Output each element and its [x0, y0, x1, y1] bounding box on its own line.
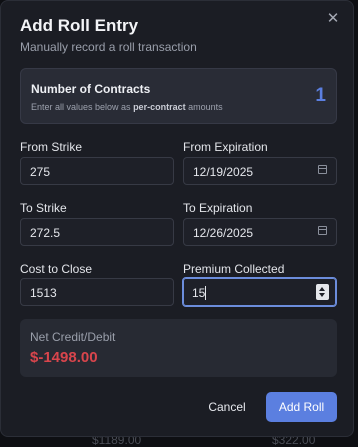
- contracts-panel: Number of Contracts Enter all values bel…: [20, 68, 337, 124]
- cost-to-close-label: Cost to Close: [20, 262, 93, 276]
- from-strike-input[interactable]: 275: [20, 157, 174, 185]
- to-expiration-label: To Expiration: [183, 201, 253, 215]
- premium-collected-value: 15: [192, 286, 206, 300]
- calendar-icon[interactable]: [318, 226, 327, 235]
- premium-collected-label: Premium Collected: [183, 262, 285, 276]
- spinner-up-icon[interactable]: [319, 287, 325, 291]
- contracts-hint-suffix: amounts: [185, 102, 223, 112]
- background-values: $1189.00 $322.00: [0, 437, 358, 447]
- contracts-hint-prefix: Enter all values below as: [31, 102, 134, 112]
- contracts-hint: Enter all values below as per-contract a…: [31, 102, 223, 112]
- to-expiration-input[interactable]: 12/26/2025: [183, 218, 337, 246]
- from-strike-value: 275: [30, 165, 51, 179]
- from-expiration-input[interactable]: 12/19/2025: [183, 157, 337, 185]
- add-roll-modal: Add Roll Entry ✕ Manually record a roll …: [0, 0, 354, 437]
- spinner-down-icon[interactable]: [319, 293, 325, 297]
- modal-subtitle: Manually record a roll transaction: [20, 40, 197, 54]
- from-expiration-value: 12/19/2025: [193, 165, 254, 179]
- contracts-value: 1: [315, 85, 326, 106]
- add-roll-button[interactable]: Add Roll: [266, 392, 337, 422]
- cost-to-close-value: 1513: [30, 286, 57, 300]
- net-credit-debit-panel: Net Credit/Debit $-1498.00: [20, 319, 337, 377]
- to-strike-input[interactable]: 272.5: [20, 218, 174, 246]
- cancel-button[interactable]: Cancel: [197, 393, 257, 421]
- to-strike-value: 272.5: [30, 226, 61, 240]
- contracts-title: Number of Contracts: [31, 82, 151, 96]
- background-left-value: $1189.00: [92, 437, 142, 447]
- background-right-value: $322.00: [272, 437, 316, 447]
- from-strike-label: From Strike: [20, 140, 83, 154]
- to-expiration-value: 12/26/2025: [193, 226, 254, 240]
- text-caret: [205, 286, 206, 300]
- calendar-icon[interactable]: [318, 165, 327, 174]
- premium-collected-input[interactable]: 15: [182, 277, 337, 307]
- to-strike-label: To Strike: [20, 201, 67, 215]
- net-label: Net Credit/Debit: [30, 330, 116, 344]
- modal-title: Add Roll Entry: [20, 16, 139, 35]
- cost-to-close-input[interactable]: 1513: [20, 278, 174, 306]
- contracts-hint-bold: per-contract: [133, 102, 186, 112]
- number-spinner[interactable]: [316, 284, 329, 300]
- from-expiration-label: From Expiration: [183, 140, 268, 154]
- net-value: $-1498.00: [30, 349, 98, 366]
- close-icon[interactable]: ✕: [325, 11, 341, 27]
